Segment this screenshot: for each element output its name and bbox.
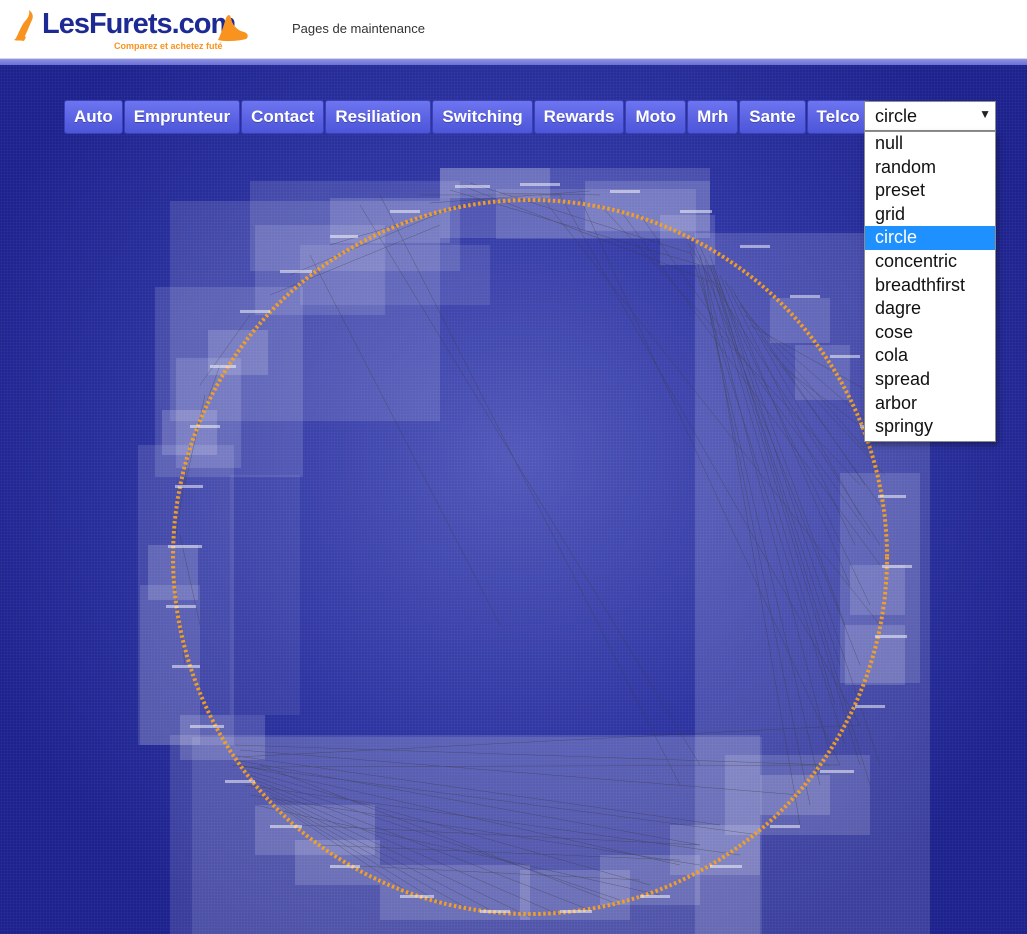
layout-option-cola[interactable]: cola xyxy=(865,344,995,368)
layout-option-breadthfirst[interactable]: breadthfirst xyxy=(865,274,995,298)
layout-option-cose[interactable]: cose xyxy=(865,321,995,345)
layout-select[interactable]: circle ▼ xyxy=(864,101,996,131)
logo-tagline: Comparez et achetez futé xyxy=(114,41,223,51)
tab-rewards[interactable]: Rewards xyxy=(533,100,625,134)
layout-option-null[interactable]: null xyxy=(865,132,995,156)
tab-auto[interactable]: Auto xyxy=(64,100,123,134)
layout-select-value: circle xyxy=(875,106,918,126)
tab-telco[interactable]: Telco xyxy=(806,100,870,134)
ferret-tail-icon xyxy=(218,15,248,42)
layout-dropdown: null random preset grid circle concentri… xyxy=(864,131,996,442)
layout-option-concentric[interactable]: concentric xyxy=(865,250,995,274)
category-toolbar: Auto Emprunteur Contact Resiliation Swit… xyxy=(64,100,870,134)
logo-wordmark: LesFurets.com xyxy=(42,8,236,40)
tab-sante[interactable]: Sante xyxy=(739,100,806,134)
layout-option-circle[interactable]: circle xyxy=(865,226,995,250)
graph-canvas[interactable]: Auto Emprunteur Contact Resiliation Swit… xyxy=(0,65,1027,934)
app-header: LesFurets.com Comparez et achetez futé P… xyxy=(0,0,1027,59)
layout-option-dagre[interactable]: dagre xyxy=(865,297,995,321)
layout-option-arbor[interactable]: arbor xyxy=(865,392,995,416)
layout-option-springy[interactable]: springy xyxy=(865,415,995,439)
node-label-boxes xyxy=(138,168,930,934)
tab-moto[interactable]: Moto xyxy=(625,100,687,134)
layout-option-spread[interactable]: spread xyxy=(865,368,995,392)
triangle-down-icon[interactable]: ▼ xyxy=(979,107,991,121)
tab-mrh[interactable]: Mrh xyxy=(687,100,739,134)
tab-emprunteur[interactable]: Emprunteur xyxy=(123,100,241,134)
layout-option-preset[interactable]: preset xyxy=(865,179,995,203)
page-title: Pages de maintenance xyxy=(292,21,425,36)
tab-contact[interactable]: Contact xyxy=(241,100,325,134)
tab-resiliation[interactable]: Resiliation xyxy=(325,100,432,134)
layout-option-random[interactable]: random xyxy=(865,156,995,180)
ferret-logo-icon xyxy=(14,10,33,41)
tab-switching[interactable]: Switching xyxy=(432,100,533,134)
lesfurets-logo[interactable]: LesFurets.com Comparez et achetez futé xyxy=(12,8,248,54)
layout-option-grid[interactable]: grid xyxy=(865,203,995,227)
